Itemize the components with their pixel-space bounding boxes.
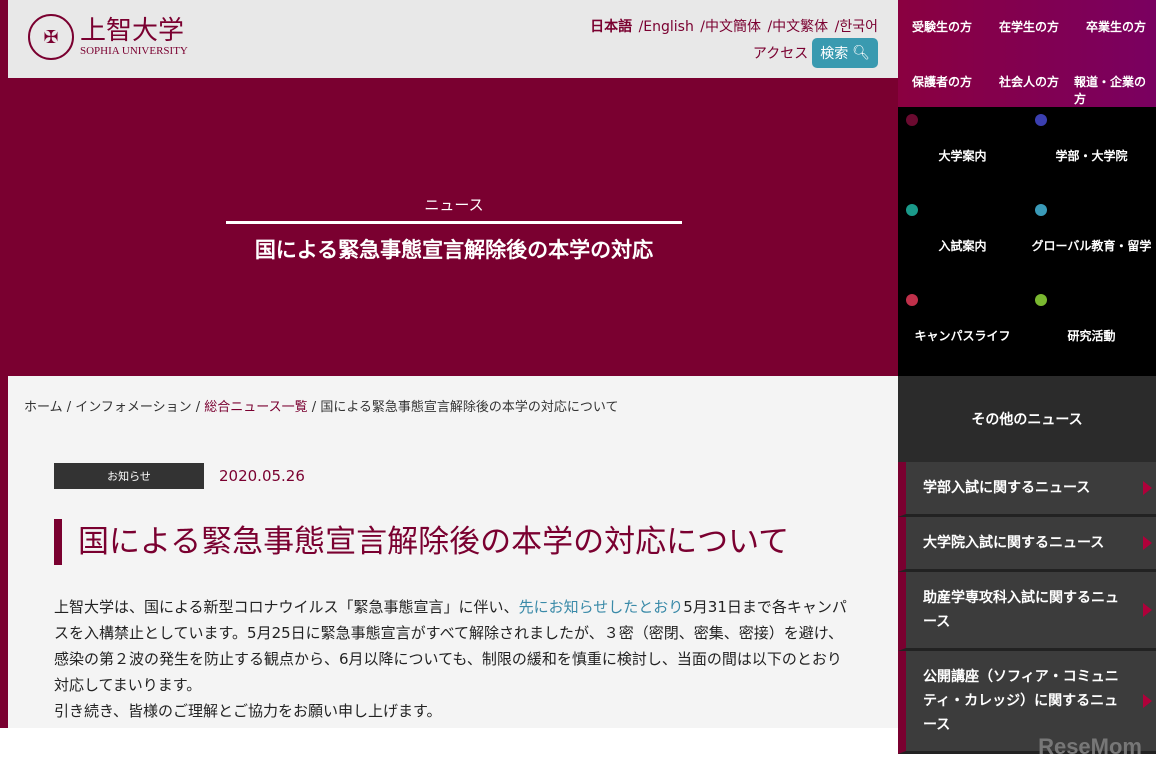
lang-korean[interactable]: /한국어 xyxy=(835,19,878,35)
nav-about[interactable]: 大学案内 xyxy=(898,107,1027,197)
category-nav: 大学案内 学部・大学院 入試案内 グローバル教育・留学 キャンパスライフ 研究活… xyxy=(898,107,1156,376)
resemom-watermark: ReseMom xyxy=(1038,734,1142,759)
breadcrumb-news-list[interactable]: 総合ニュース一覧 xyxy=(204,400,307,415)
nav-global[interactable]: グローバル教育・留学 xyxy=(1027,197,1156,287)
label: グローバル教育・留学 xyxy=(1031,239,1152,253)
label: 大学案内 xyxy=(938,149,987,163)
nav-parents[interactable]: 保護者の方 xyxy=(912,73,972,90)
label: 大学院入試に関するニュース xyxy=(923,535,1105,551)
arrow-right-icon xyxy=(1143,603,1152,617)
lang-japanese[interactable]: 日本語 xyxy=(590,19,632,35)
nav-research[interactable]: 研究活動 xyxy=(1027,287,1156,377)
arrow-right-icon xyxy=(1143,536,1152,550)
search-button[interactable]: 検索 🔍︎ xyxy=(812,38,878,68)
category-badge: お知らせ xyxy=(54,463,204,489)
dot-icon xyxy=(1035,204,1047,216)
label: 助産学専攻科入試に関するニュース xyxy=(923,590,1119,630)
nav-faculties[interactable]: 学部・大学院 xyxy=(1027,107,1156,197)
other-news-list: 学部入試に関するニュース 大学院入試に関するニュース 助産学専攻科入試に関するニ… xyxy=(898,462,1156,754)
dot-icon xyxy=(906,294,918,306)
lang-simplified-chinese[interactable]: /中文簡体 xyxy=(700,19,761,35)
label: キャンパスライフ xyxy=(914,329,1011,343)
paragraph: 引き続き、皆様のご理解とご協力をお願い申し上げます。 xyxy=(54,702,442,720)
label: 入試案内 xyxy=(938,239,987,253)
article-date: 2020.05.26 xyxy=(219,467,305,485)
main-area: ✠ 上智大学 SOPHIA UNIVERSITY 日本語 /English /中… xyxy=(0,0,898,728)
dot-icon xyxy=(1035,114,1047,126)
language-switcher: 日本語 /English /中文簡体 /中文繁体 /한국어 xyxy=(588,16,878,36)
access-link[interactable]: アクセス xyxy=(753,43,808,63)
dot-icon xyxy=(1035,294,1047,306)
search-label: 検索 xyxy=(820,46,849,62)
previous-notice-link[interactable]: 先にお知らせしたとおり xyxy=(519,598,684,616)
nav-current-students[interactable]: 在学生の方 xyxy=(999,18,1059,35)
hero-title: 国による緊急事態宣言解除後の本学の対応 xyxy=(254,238,654,262)
breadcrumb-current: 国による緊急事態宣言解除後の本学の対応について xyxy=(320,400,619,415)
label: 公開講座（ソフィア・コミュニティ・カレッジ）に関するニュース xyxy=(923,669,1119,733)
logo-jp: 上智大学 xyxy=(80,16,185,46)
other-news-heading: その他のニュース xyxy=(898,376,1156,462)
hero-category: ニュース xyxy=(226,194,682,224)
news-item[interactable]: 大学院入試に関するニュース xyxy=(898,517,1156,572)
article-content: ホーム / インフォメーション / 総合ニュース一覧 / 国による緊急事態宣言解… xyxy=(8,376,898,728)
article-body: 上智大学は、国による新型コロナウイルス「緊急事態宣言」に伴い、先にお知らせしたと… xyxy=(54,594,854,724)
search-icon: 🔍︎ xyxy=(852,45,870,61)
article-title: 国による緊急事態宣言解除後の本学の対応について xyxy=(54,519,789,565)
nav-prospective-students[interactable]: 受験生の方 xyxy=(912,18,972,35)
dot-icon xyxy=(906,204,918,216)
breadcrumb-home[interactable]: ホーム xyxy=(24,400,63,415)
breadcrumb: ホーム / インフォメーション / 総合ニュース一覧 / 国による緊急事態宣言解… xyxy=(24,400,619,415)
news-item[interactable]: 助産学専攻科入試に関するニュース xyxy=(898,572,1156,651)
label: 研究活動 xyxy=(1067,329,1116,343)
label: 学部・大学院 xyxy=(1055,149,1128,163)
paragraph: 上智大学は、国による新型コロナウイルス「緊急事態宣言」に伴い、先にお知らせしたと… xyxy=(54,594,854,698)
text: 上智大学は、国による新型コロナウイルス「緊急事態宣言」に伴い、 xyxy=(54,598,519,616)
arrow-right-icon xyxy=(1143,481,1152,495)
nav-alumni[interactable]: 卒業生の方 xyxy=(1086,18,1146,35)
label: 学部入試に関するニュース xyxy=(923,480,1091,496)
audience-nav: 受験生の方 在学生の方 卒業生の方 保護者の方 社会人の方 報道・企業の方 xyxy=(898,0,1156,107)
university-seal-icon: ✠ xyxy=(28,14,74,60)
lang-english[interactable]: /English xyxy=(639,19,694,35)
logo[interactable]: ✠ 上智大学 SOPHIA UNIVERSITY xyxy=(28,14,188,60)
site-header: ✠ 上智大学 SOPHIA UNIVERSITY 日本語 /English /中… xyxy=(8,0,898,78)
news-item[interactable]: 学部入試に関するニュース xyxy=(898,462,1156,517)
lang-traditional-chinese[interactable]: /中文繁体 xyxy=(767,19,828,35)
nav-admissions[interactable]: 入試案内 xyxy=(898,197,1027,287)
nav-campus-life[interactable]: キャンパスライフ xyxy=(898,287,1027,377)
hero: ニュース 国による緊急事態宣言解除後の本学の対応 xyxy=(226,194,682,264)
logo-en: SOPHIA UNIVERSITY xyxy=(80,45,188,57)
nav-working-adults[interactable]: 社会人の方 xyxy=(999,73,1059,90)
arrow-right-icon xyxy=(1143,694,1152,708)
breadcrumb-information[interactable]: インフォメーション xyxy=(75,400,191,415)
dot-icon xyxy=(906,114,918,126)
nav-press-business[interactable]: 報道・企業の方 xyxy=(1074,73,1156,107)
